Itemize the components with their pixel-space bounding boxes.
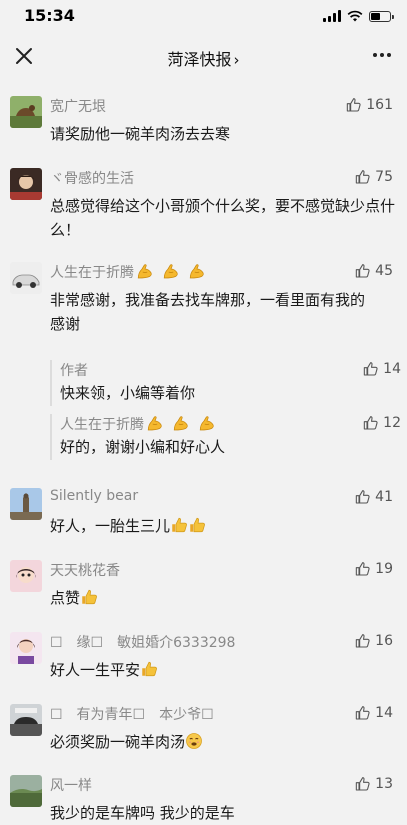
thumbs-up-icon (363, 361, 379, 377)
like-count: 161 (366, 97, 393, 113)
like-button[interactable]: 19 (355, 560, 393, 578)
like-button[interactable]: 41 (355, 488, 393, 506)
avatar[interactable] (10, 704, 42, 736)
comment-text: 请奖励他一碗羊肉汤去去寒 (50, 125, 231, 143)
like-count: 14 (375, 705, 393, 721)
like-count: 16 (375, 633, 393, 649)
comment-text: 总感觉得给这个小哥颁个什么奖，要不感觉缺少点什么！ (50, 197, 396, 239)
signal-icon (323, 10, 341, 22)
reply-text: 快来领，小编等着你 (60, 384, 196, 402)
avatar[interactable] (10, 560, 42, 592)
comment-text-line: 非常感谢，我准备去找车牌那，一看里面有我的 (50, 291, 366, 309)
comment-text: 点赞 (50, 586, 395, 610)
avatar[interactable] (10, 168, 42, 200)
avatar[interactable] (10, 775, 42, 807)
commenter-name[interactable]: ☐ 有为青年☐ 本少爷☐ (50, 704, 214, 724)
like-count: 41 (375, 489, 393, 505)
avatar[interactable] (10, 632, 42, 664)
flexed-biceps-icon (198, 415, 216, 433)
like-count: 13 (375, 776, 393, 792)
thumbs-up-icon (355, 633, 371, 649)
thumbs-up-emoji-icon (140, 660, 158, 678)
thumbs-up-icon (355, 263, 371, 279)
comment-text: 好人，一胎生三儿 (50, 514, 395, 538)
avatar[interactable] (10, 488, 42, 520)
status-time: 15:34 (24, 6, 75, 25)
commenter-name[interactable]: ☐ 缘☐ 敏姐婚介6333298 (50, 632, 235, 652)
comment-text: 我少的是车牌吗 我少的是车 (50, 804, 235, 822)
comment-text: 非常感谢，我准备去找车牌那，一看里面有我的 感谢 (50, 288, 395, 336)
avatar[interactable] (10, 96, 42, 128)
chevron-right-icon: › (233, 51, 240, 69)
thumbs-up-emoji-icon (80, 588, 98, 606)
thumbs-up-icon (355, 489, 371, 505)
page-title[interactable]: 菏泽快报 › (0, 46, 407, 70)
flexed-biceps-icon (172, 415, 190, 433)
like-button[interactable]: 45 (355, 262, 393, 280)
thumbs-up-icon (355, 705, 371, 721)
avatar[interactable] (10, 262, 42, 294)
reply-item: 作者 14 快来领，小编等着你 (50, 360, 401, 406)
status-icons (323, 9, 394, 23)
thumbs-up-icon (346, 97, 362, 113)
comment-text-line: 感谢 (50, 315, 81, 333)
flexed-biceps-icon (188, 263, 206, 281)
like-count: 14 (383, 361, 401, 377)
like-button[interactable]: 14 (363, 360, 401, 378)
flexed-biceps-icon (162, 263, 180, 281)
commenter-name[interactable]: 人生在于折腾 (50, 262, 206, 282)
commenter-name[interactable]: Silently bear (50, 488, 138, 504)
like-button[interactable]: 13 (355, 775, 393, 793)
grinning-face-icon (185, 732, 203, 750)
like-count: 45 (375, 263, 393, 279)
reply-author[interactable]: 人生在于折腾 (60, 414, 216, 434)
thumbs-up-emoji-icon (170, 516, 188, 534)
commenter-name[interactable]: 天天桃花香 (50, 560, 120, 580)
thumbs-up-icon (355, 561, 371, 577)
more-icon[interactable] (371, 46, 393, 64)
like-count: 12 (383, 415, 401, 431)
commenter-name[interactable]: 风一样 (50, 775, 92, 795)
comment-text: 好人一生平安 (50, 658, 395, 682)
battery-icon (369, 10, 394, 22)
thumbs-up-emoji-icon (188, 516, 206, 534)
status-bar: 15:34 (0, 0, 407, 34)
reply-item: 人生在于折腾 12 好的，谢谢小编和好心人 (50, 414, 401, 460)
like-count: 75 (375, 169, 393, 185)
flexed-biceps-icon (146, 415, 164, 433)
like-button[interactable]: 161 (346, 96, 393, 114)
thumbs-up-icon (355, 169, 371, 185)
top-nav: 菏泽快报 › (0, 34, 407, 80)
comment-text: 必须奖励一碗羊肉汤 (50, 730, 395, 754)
reply-text: 好的，谢谢小编和好心人 (60, 438, 226, 456)
like-button[interactable]: 12 (363, 414, 401, 432)
flexed-biceps-icon (136, 263, 154, 281)
thumbs-up-icon (355, 776, 371, 792)
wifi-icon (347, 10, 363, 22)
commenter-name[interactable]: 宽广无垠 (50, 96, 106, 116)
like-count: 19 (375, 561, 393, 577)
like-button[interactable]: 75 (355, 168, 393, 186)
reply-author[interactable]: 作者 (60, 360, 88, 380)
thumbs-up-icon (363, 415, 379, 431)
like-button[interactable]: 14 (355, 704, 393, 722)
account-name: 菏泽快报 (167, 50, 232, 69)
like-button[interactable]: 16 (355, 632, 393, 650)
commenter-name[interactable]: ヾ骨感的生活 (50, 168, 134, 188)
